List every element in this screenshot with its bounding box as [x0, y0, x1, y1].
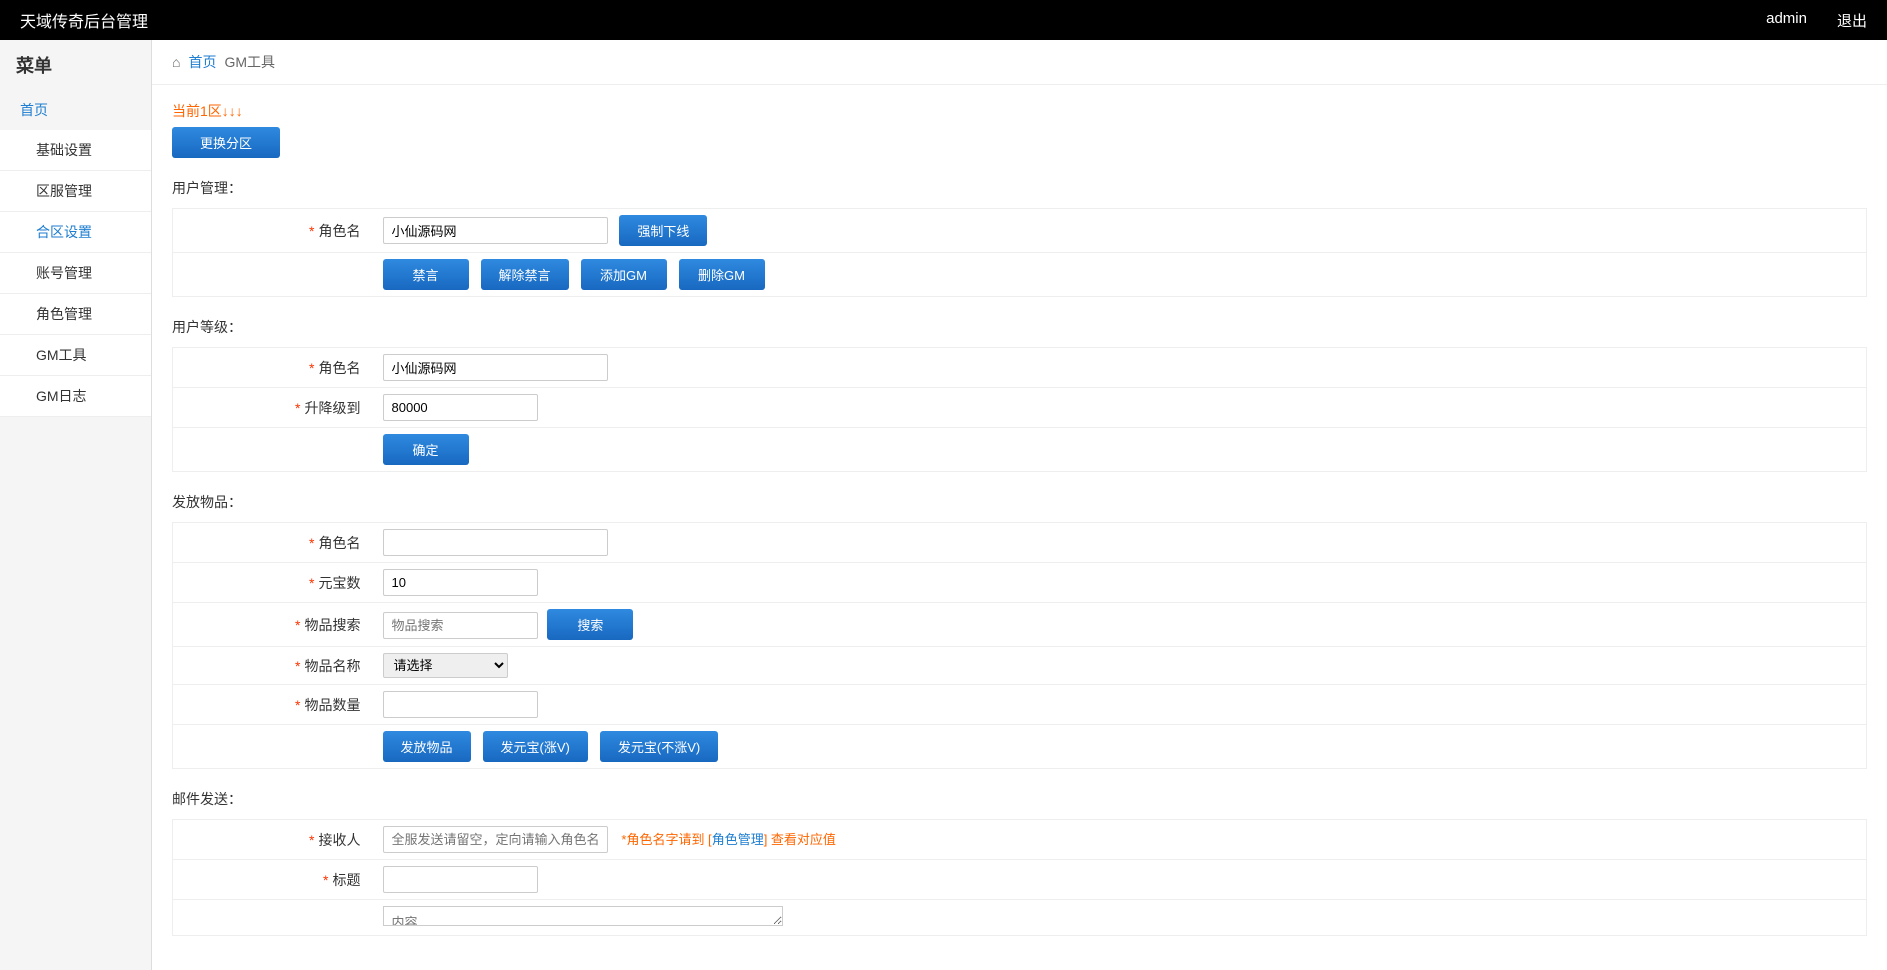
ul-role-label: 角色名	[319, 360, 361, 376]
sidebar-item-gm-tools[interactable]: GM工具	[0, 335, 151, 376]
sidebar-item-merge-settings[interactable]: 合区设置	[0, 212, 151, 253]
gi-item-select[interactable]: 请选择	[383, 653, 508, 678]
ul-role-input[interactable]	[383, 354, 608, 381]
sidebar-item-zone-manage[interactable]: 区服管理	[0, 171, 151, 212]
sidebar-title: 菜单	[0, 40, 151, 90]
section-user-level-title: 用户等级：	[172, 317, 1867, 337]
change-zone-button[interactable]: 更换分区	[172, 127, 280, 158]
gi-qty-input[interactable]	[383, 691, 538, 718]
del-gm-button[interactable]: 删除GM	[679, 259, 765, 290]
gi-gold-input[interactable]	[383, 569, 538, 596]
mail-title-input[interactable]	[383, 866, 538, 893]
sidebar-item-gm-log[interactable]: GM日志	[0, 376, 151, 417]
logout-link[interactable]: 退出	[1837, 10, 1867, 31]
gi-search-label: 物品搜索	[305, 617, 361, 633]
app-title: 天域传奇后台管理	[20, 8, 148, 32]
mail-recipient-label: 接收人	[319, 832, 361, 848]
mail-hint: *角色名字请到 [角色管理] 查看对应值	[621, 832, 836, 847]
gi-search-input[interactable]	[383, 612, 538, 639]
um-role-label: 角色名	[319, 223, 361, 239]
force-offline-button[interactable]: 强制下线	[619, 215, 707, 246]
ul-confirm-button[interactable]: 确定	[383, 434, 469, 465]
um-role-input[interactable]	[383, 217, 608, 244]
gi-gold-up-button[interactable]: 发元宝(涨V)	[483, 731, 588, 762]
mute-button[interactable]: 禁言	[383, 259, 469, 290]
ul-level-label: 升降级到	[305, 400, 361, 416]
gi-give-button[interactable]: 发放物品	[383, 731, 471, 762]
sidebar-item-basic-settings[interactable]: 基础设置	[0, 130, 151, 171]
gi-role-label: 角色名	[319, 535, 361, 551]
gi-item-name-label: 物品名称	[305, 658, 361, 674]
sidebar-item-account-manage[interactable]: 账号管理	[0, 253, 151, 294]
breadcrumb-home[interactable]: 首页	[188, 52, 216, 72]
home-icon: ⌂	[172, 54, 180, 70]
unmute-button[interactable]: 解除禁言	[481, 259, 569, 290]
user-name[interactable]: admin	[1766, 10, 1807, 31]
mail-content-textarea[interactable]	[383, 906, 783, 926]
gi-qty-label: 物品数量	[305, 697, 361, 713]
mail-title-label: 标题	[333, 872, 361, 888]
mail-recipient-input[interactable]	[383, 826, 608, 853]
add-gm-button[interactable]: 添加GM	[581, 259, 667, 290]
section-give-item-title: 发放物品：	[172, 492, 1867, 512]
breadcrumb: ⌂ 首页 GM工具	[152, 40, 1887, 85]
zone-notice: 当前1区↓↓↓	[172, 101, 1867, 121]
gi-role-input[interactable]	[383, 529, 608, 556]
gi-gold-no-button[interactable]: 发元宝(不涨V)	[600, 731, 718, 762]
mail-hint-link[interactable]: 角色管理	[712, 832, 764, 847]
sidebar-item-role-manage[interactable]: 角色管理	[0, 294, 151, 335]
breadcrumb-current: GM工具	[224, 52, 275, 72]
section-mail-title: 邮件发送：	[172, 789, 1867, 809]
gi-gold-label: 元宝数	[319, 575, 361, 591]
gi-search-button[interactable]: 搜索	[547, 609, 633, 640]
ul-level-input[interactable]	[383, 394, 538, 421]
sidebar-home[interactable]: 首页	[0, 90, 151, 130]
section-user-manage-title: 用户管理：	[172, 178, 1867, 198]
